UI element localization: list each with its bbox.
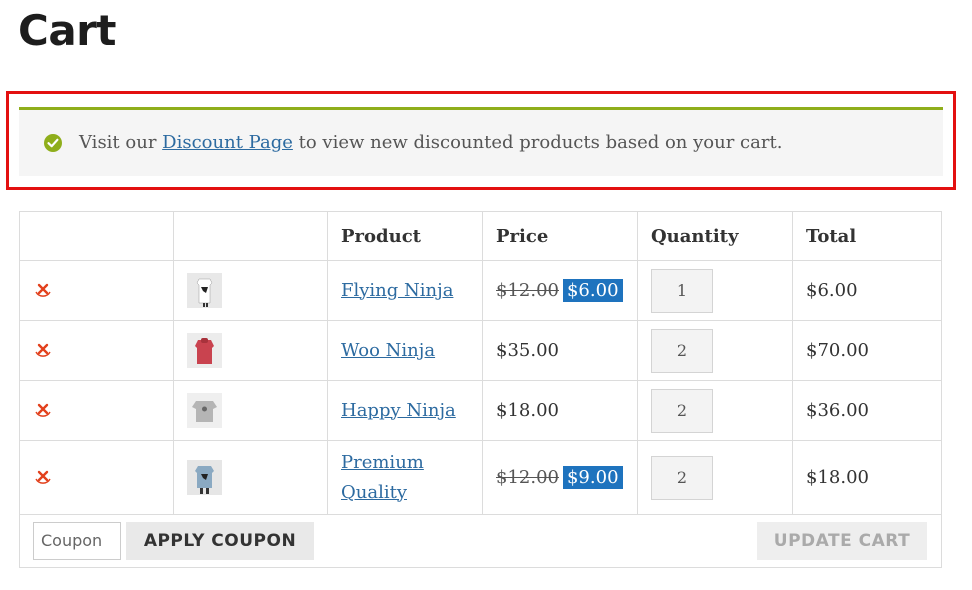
total-cell: $70.00 (792, 320, 942, 381)
quantity-cell: 2 (637, 320, 793, 381)
original-price: $12.00 (496, 467, 559, 488)
quantity-input[interactable]: 1 (651, 268, 713, 313)
header-product: Product (327, 211, 483, 261)
price-cell: $18.00 (482, 380, 638, 441)
check-circle-icon (44, 134, 62, 152)
thumbnail-cell (173, 440, 328, 515)
product-thumbnail[interactable] (187, 460, 222, 495)
discount-page-link[interactable]: Discount Page (162, 132, 293, 153)
original-price: $12.00 (496, 280, 559, 301)
sale-price: $6.00 (562, 279, 623, 302)
quantity-input[interactable]: 2 (651, 388, 713, 433)
table-row: Flying Ninja $12.00 $6.00 1 $6.00 (19, 260, 942, 321)
coupon-input[interactable]: Coupon (33, 522, 121, 560)
actions-row: Coupon APPLY COUPON UPDATE CART (19, 514, 942, 568)
page-title: Cart (18, 6, 116, 55)
quantity-cell: 2 (637, 380, 793, 441)
product-cell: Woo Ninja (327, 320, 483, 381)
total-cell: $36.00 (792, 380, 942, 441)
quantity-cell: 2 (637, 440, 793, 515)
sale-price: $9.00 (562, 466, 623, 489)
header-price: Price (482, 211, 638, 261)
discount-notice: Visit our Discount Page to view new disc… (19, 107, 943, 176)
table-header-row: Product Price Quantity Total (19, 211, 942, 261)
thumbnail-cell (173, 380, 328, 441)
remove-cell (19, 260, 174, 321)
thumbnail-cell (173, 320, 328, 381)
notice-prefix: Visit our (79, 132, 157, 153)
total-cell: $18.00 (792, 440, 942, 515)
header-remove (19, 211, 174, 261)
product-cell: Flying Ninja (327, 260, 483, 321)
product-thumbnail[interactable] (187, 273, 222, 308)
quantity-input[interactable]: 2 (651, 328, 713, 373)
header-quantity: Quantity (637, 211, 793, 261)
remove-cell (19, 440, 174, 515)
product-link[interactable]: Woo Ninja (341, 340, 435, 361)
actions-cell: Coupon APPLY COUPON UPDATE CART (19, 514, 942, 568)
remove-cell (19, 380, 174, 441)
product-link[interactable]: Happy Ninja (341, 400, 456, 421)
remove-item-icon[interactable] (33, 280, 53, 300)
thumbnail-cell (173, 260, 328, 321)
table-row: Woo Ninja $35.00 2 $70.00 (19, 320, 942, 381)
product-cell: Happy Ninja (327, 380, 483, 441)
remove-cell (19, 320, 174, 381)
product-thumbnail[interactable] (187, 393, 222, 428)
quantity-cell: 1 (637, 260, 793, 321)
product-link-line2[interactable]: Quality (341, 482, 407, 503)
product-thumbnail[interactable] (187, 333, 222, 368)
total-cell: $6.00 (792, 260, 942, 321)
table-row: Happy Ninja $18.00 2 $36.00 (19, 380, 942, 441)
cart-table: Product Price Quantity Total Flying Ninj… (19, 211, 942, 568)
quantity-input[interactable]: 2 (651, 455, 713, 500)
header-total: Total (792, 211, 942, 261)
remove-item-icon[interactable] (33, 467, 53, 487)
product-link-line1[interactable]: Premium (341, 452, 424, 473)
remove-item-icon[interactable] (33, 400, 53, 420)
header-thumbnail (173, 211, 328, 261)
price-cell: $12.00 $9.00 (482, 440, 638, 515)
remove-item-icon[interactable] (33, 340, 53, 360)
table-row: Premium Quality $12.00 $9.00 2 $18.00 (19, 440, 942, 515)
apply-coupon-button[interactable]: APPLY COUPON (126, 522, 314, 560)
notice-message: Visit our Discount Page to view new disc… (79, 132, 782, 153)
price-cell: $12.00 $6.00 (482, 260, 638, 321)
product-cell: Premium Quality (327, 440, 483, 515)
update-cart-button[interactable]: UPDATE CART (757, 522, 927, 560)
price-cell: $35.00 (482, 320, 638, 381)
product-link[interactable]: Flying Ninja (341, 280, 453, 301)
notice-suffix: to view new discounted products based on… (298, 132, 783, 153)
